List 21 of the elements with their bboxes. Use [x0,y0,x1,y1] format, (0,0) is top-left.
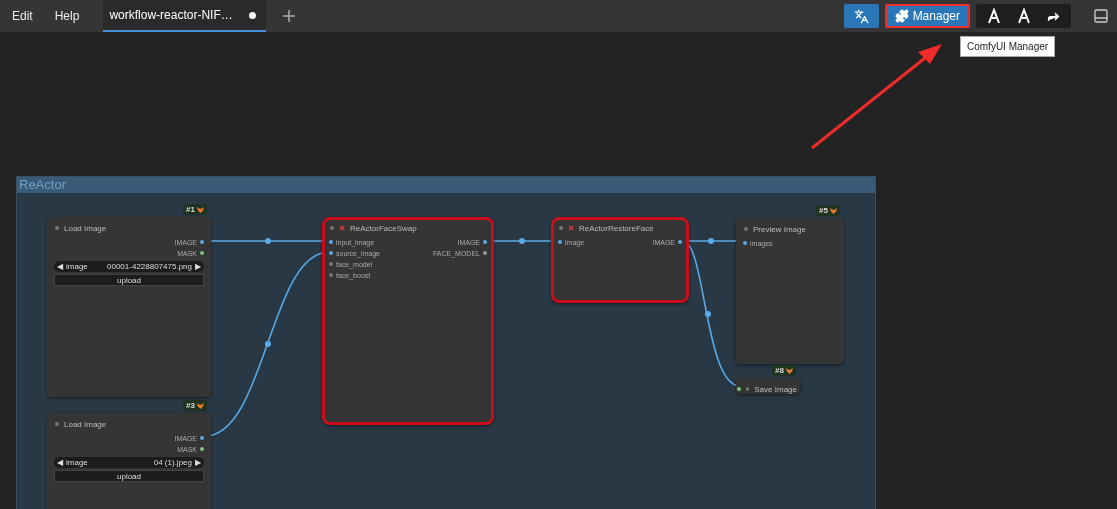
menu-item[interactable]: Edit [0,9,43,23]
image-selector[interactable]: ◀ image 00001-4228807475.png ▶ [54,261,204,272]
node-title: ReActorRestoreFace [579,223,654,233]
workflow-tab[interactable]: workflow-reactor-NIF… [103,0,266,32]
tooltip: ComfyUI Manager [960,36,1056,57]
graph-node[interactable]: Save Image [736,378,800,394]
node-title: Load Image [64,419,107,429]
node-badge: #3 [183,400,207,411]
upload-button[interactable]: upload [54,470,204,482]
node-title: Load Image [64,223,107,233]
node-title: Preview Image [753,224,806,234]
node-title: Save Image [754,384,797,394]
menu-item[interactable]: Help [42,9,90,23]
manager-button[interactable]: Manager [884,4,970,28]
group-title: ReActor [17,177,875,193]
upload-button[interactable]: upload [54,274,204,286]
node-title: ReActorFaceSwap [350,223,417,233]
node-badge: #8 [772,365,796,376]
image-selector[interactable]: ◀ image 04 (1).jpeg ▶ [54,457,204,468]
node-badge: #1 [183,204,207,215]
node-badge: #5 [816,205,840,216]
